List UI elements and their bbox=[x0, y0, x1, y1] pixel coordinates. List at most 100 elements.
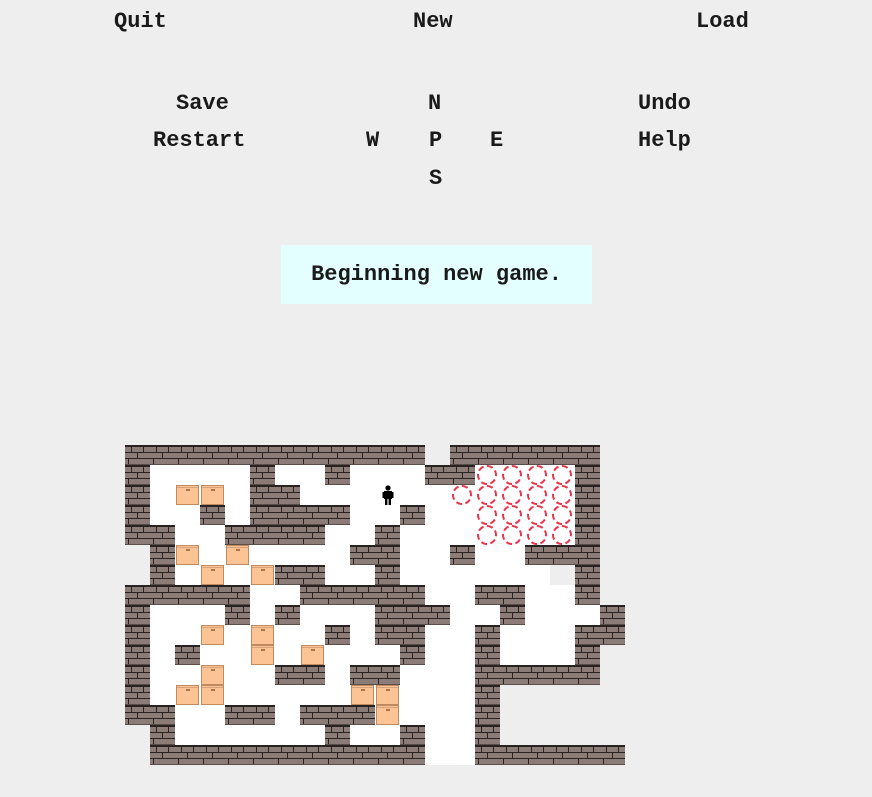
floor-tile bbox=[225, 725, 250, 745]
floor-tile bbox=[425, 545, 450, 565]
wall-tile bbox=[500, 605, 525, 625]
floor-tile bbox=[350, 625, 375, 645]
wall-tile bbox=[125, 665, 150, 685]
floor-tile bbox=[325, 565, 350, 585]
wall-tile bbox=[550, 745, 575, 765]
floor-tile bbox=[350, 605, 375, 625]
wall-tile bbox=[125, 445, 150, 465]
floor-tile bbox=[425, 685, 450, 705]
wall-tile bbox=[425, 465, 450, 485]
wall-tile bbox=[575, 445, 600, 465]
floor-tile bbox=[325, 485, 350, 505]
floor-tile bbox=[425, 565, 450, 585]
floor-tile bbox=[425, 485, 450, 505]
floor-tile bbox=[200, 725, 225, 745]
wall-tile bbox=[275, 745, 300, 765]
floor-tile bbox=[400, 665, 425, 685]
floor-tile bbox=[575, 605, 600, 625]
load-button[interactable]: Load bbox=[696, 10, 749, 34]
floor-tile bbox=[200, 645, 225, 665]
goal-target-icon bbox=[452, 485, 472, 505]
wall-tile bbox=[475, 745, 500, 765]
help-button[interactable]: Help bbox=[638, 129, 691, 153]
wall-tile bbox=[250, 485, 275, 505]
crate-tile bbox=[201, 625, 224, 645]
floor-tile bbox=[400, 545, 425, 565]
save-button[interactable]: Save bbox=[176, 92, 229, 116]
wall-tile bbox=[325, 745, 350, 765]
wall-tile bbox=[600, 605, 625, 625]
crate-tile bbox=[376, 685, 399, 705]
wall-tile bbox=[225, 705, 250, 725]
floor-tile bbox=[425, 645, 450, 665]
floor-tile bbox=[525, 565, 550, 585]
wall-tile bbox=[300, 525, 325, 545]
goal-target-icon bbox=[477, 485, 497, 505]
wall-tile bbox=[400, 445, 425, 465]
floor-tile bbox=[425, 525, 450, 545]
wall-tile bbox=[200, 745, 225, 765]
player-center-button[interactable]: P bbox=[429, 129, 442, 153]
move-east-button[interactable]: E bbox=[490, 129, 503, 153]
wall-tile bbox=[275, 605, 300, 625]
move-west-button[interactable]: W bbox=[366, 129, 379, 153]
crate-tile bbox=[176, 545, 199, 565]
floor-tile bbox=[175, 705, 200, 725]
goal-target-icon bbox=[552, 505, 572, 525]
quit-button[interactable]: Quit bbox=[114, 10, 167, 34]
wall-tile bbox=[550, 545, 575, 565]
wall-tile bbox=[350, 665, 375, 685]
floor-tile bbox=[375, 645, 400, 665]
floor-tile bbox=[175, 505, 200, 525]
floor-tile bbox=[400, 465, 425, 485]
wall-tile bbox=[375, 525, 400, 545]
floor-tile bbox=[200, 465, 225, 485]
wall-tile bbox=[175, 585, 200, 605]
floor-tile bbox=[150, 665, 175, 685]
new-button[interactable]: New bbox=[413, 10, 453, 34]
goal-target-icon bbox=[477, 505, 497, 525]
floor-tile bbox=[175, 565, 200, 585]
floor-tile bbox=[225, 625, 250, 645]
crate-tile bbox=[201, 685, 224, 705]
crate-tile bbox=[251, 565, 274, 585]
wall-tile bbox=[475, 725, 500, 745]
floor-tile bbox=[425, 585, 450, 605]
floor-tile bbox=[525, 585, 550, 605]
floor-tile bbox=[175, 465, 200, 485]
crate-tile bbox=[251, 625, 274, 645]
floor-tile bbox=[225, 685, 250, 705]
wall-tile bbox=[575, 465, 600, 485]
floor-tile bbox=[325, 525, 350, 545]
wall-tile bbox=[325, 445, 350, 465]
wall-tile bbox=[475, 645, 500, 665]
wall-tile bbox=[200, 445, 225, 465]
move-north-button[interactable]: N bbox=[428, 92, 441, 116]
floor-tile bbox=[525, 645, 550, 665]
floor-tile bbox=[225, 505, 250, 525]
restart-button[interactable]: Restart bbox=[153, 129, 245, 153]
wall-tile bbox=[375, 625, 400, 645]
wall-tile bbox=[475, 705, 500, 725]
undo-button[interactable]: Undo bbox=[638, 92, 691, 116]
floor-tile bbox=[450, 665, 475, 685]
floor-tile bbox=[450, 585, 475, 605]
floor-tile bbox=[300, 605, 325, 625]
game-board[interactable] bbox=[125, 445, 625, 770]
floor-tile bbox=[250, 665, 275, 685]
wall-tile bbox=[325, 725, 350, 745]
floor-tile bbox=[500, 545, 525, 565]
floor-tile bbox=[250, 685, 275, 705]
wall-tile bbox=[225, 605, 250, 625]
floor-tile bbox=[450, 605, 475, 625]
floor-tile bbox=[150, 465, 175, 485]
wall-tile bbox=[225, 585, 250, 605]
floor-tile bbox=[525, 625, 550, 645]
move-south-button[interactable]: S bbox=[429, 167, 442, 191]
goal-target-icon bbox=[552, 485, 572, 505]
crate-tile bbox=[301, 645, 324, 665]
goal-target-icon bbox=[527, 505, 547, 525]
wall-tile bbox=[250, 745, 275, 765]
wall-tile bbox=[400, 625, 425, 645]
goal-target-icon bbox=[502, 465, 522, 485]
